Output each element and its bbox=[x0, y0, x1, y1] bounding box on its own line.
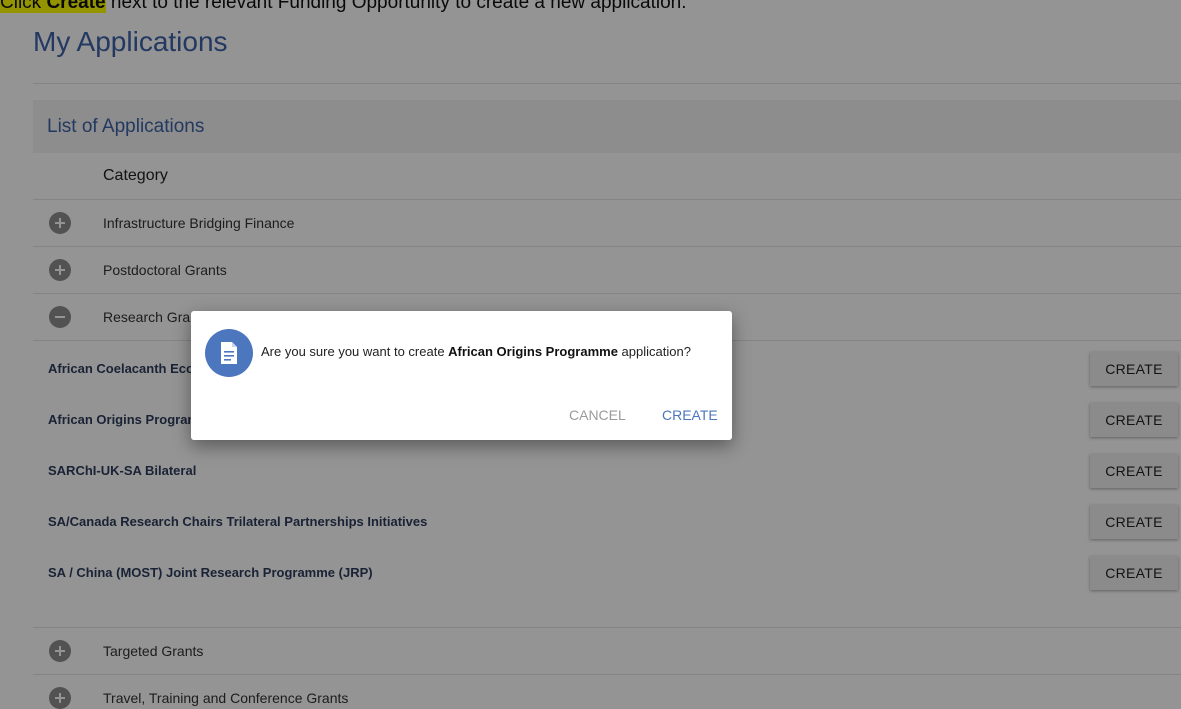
dialog-text-before: Are you sure you want to create bbox=[261, 344, 449, 359]
document-icon bbox=[205, 329, 253, 377]
confirm-create-dialog: Are you sure you want to create African … bbox=[191, 311, 732, 440]
dialog-programme-name: African Origins Programme bbox=[448, 344, 618, 359]
dialog-text-after: application? bbox=[617, 344, 691, 359]
dialog-create-button[interactable]: CREATE bbox=[662, 407, 718, 423]
dialog-cancel-button[interactable]: CANCEL bbox=[569, 407, 626, 423]
dialog-message: Are you sure you want to create African … bbox=[261, 344, 691, 359]
